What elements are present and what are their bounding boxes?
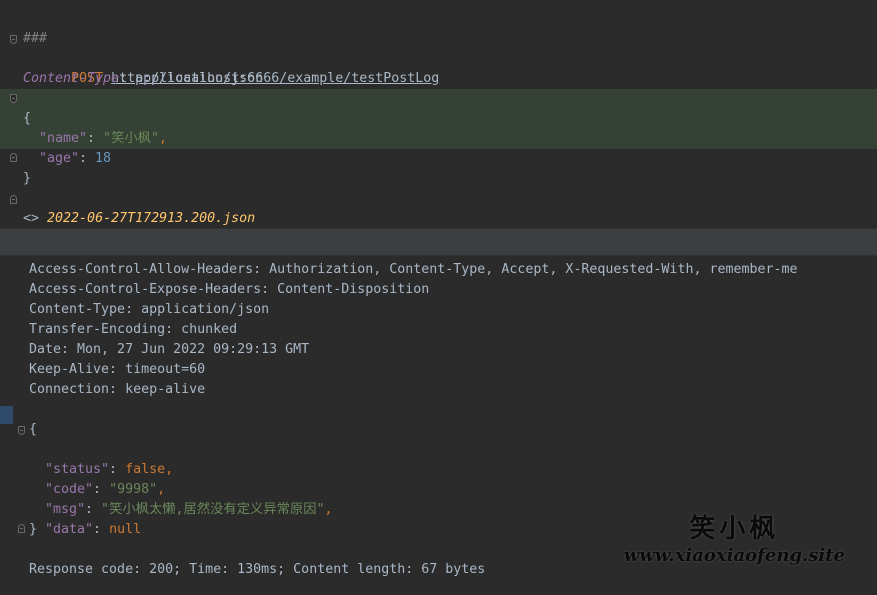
json-open-line: { bbox=[29, 422, 38, 437]
response-header-line: Transfer-Encoding: chunked bbox=[29, 322, 238, 337]
header-name: Content-Type bbox=[23, 71, 120, 86]
response-header-line: Connection: keep-alive bbox=[29, 382, 206, 397]
request-separator-line: ### bbox=[0, 9, 877, 46]
watermark-logo: 笑小枫 www.xiaoxiaofeng.site bbox=[624, 508, 845, 566]
response-file-link[interactable]: 2022-06-27T172913.200.json bbox=[47, 211, 255, 226]
response-header-line: Date: Mon, 27 Jun 2022 09:29:13 GMT bbox=[29, 342, 310, 357]
response-header-line: Access-Control-Expose-Headers: Content-D… bbox=[29, 282, 430, 297]
body-line-name: "name": "笑小枫", bbox=[39, 131, 167, 146]
http-request-editor[interactable]: ### POST http://localhost:6666/example/t… bbox=[0, 0, 877, 228]
watermark-name: 笑小枫 bbox=[689, 514, 780, 544]
body-close-line: } bbox=[23, 171, 32, 186]
watermark-site: www.xiaoxiaofeng.site bbox=[623, 545, 845, 566]
json-code-line: "code": "9998", bbox=[45, 482, 166, 497]
pane-splitter[interactable] bbox=[0, 228, 877, 256]
body-line-age: "age": 18 bbox=[39, 151, 112, 166]
header-value: application/json bbox=[135, 71, 264, 86]
body-open-line: { bbox=[23, 111, 32, 126]
request-line: POST http://localhost:6666/example/testP… bbox=[0, 29, 877, 86]
response-header-line: Access-Control-Allow-Headers: Authorizat… bbox=[29, 262, 798, 277]
header-line: Content-Type: application/json bbox=[23, 71, 264, 86]
response-ref-line[interactable]: <> 2022-06-27T172913.200.json bbox=[0, 189, 877, 226]
json-msg-line: "msg": "笑小枫太懒,居然没有定义异常原因", bbox=[45, 502, 333, 517]
response-header-line: Keep-Alive: timeout=60 bbox=[29, 362, 206, 377]
json-status-line: "status": false, bbox=[45, 462, 174, 477]
response-header-line: Content-Type: application/json bbox=[29, 302, 270, 317]
